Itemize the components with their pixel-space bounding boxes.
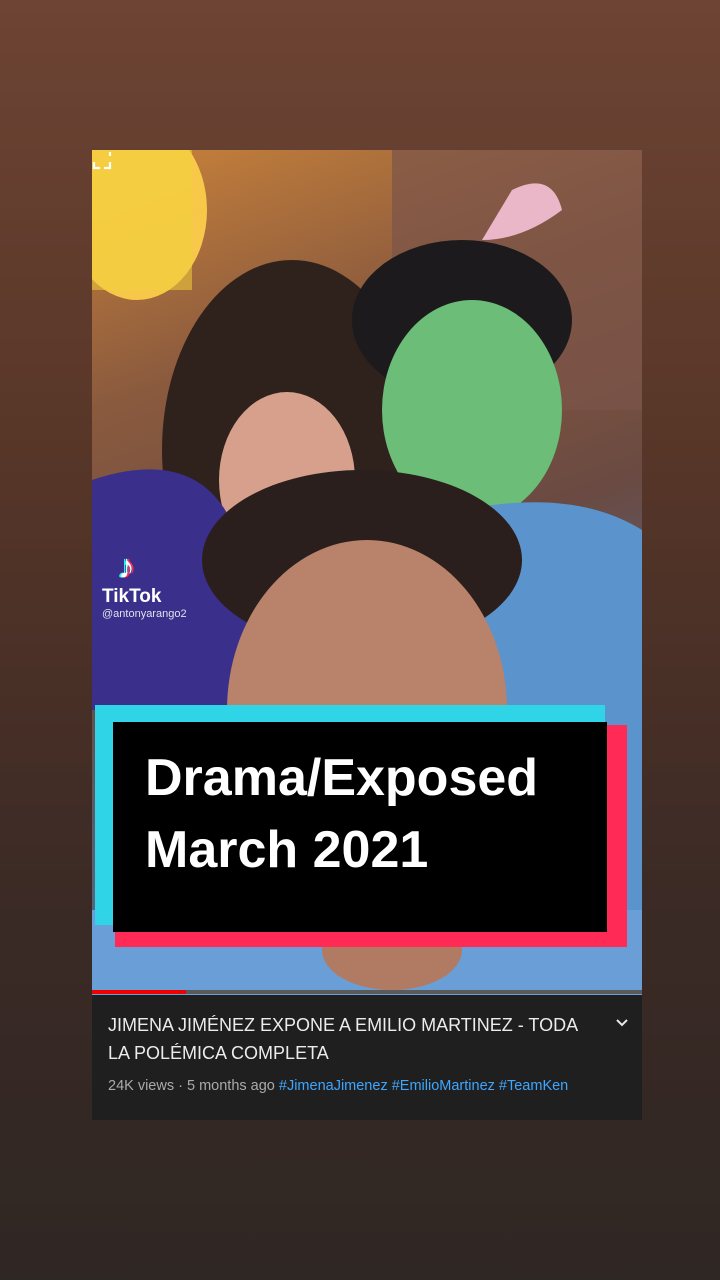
- tiktok-watermark: ♪ TikTok @antonyarango2: [102, 550, 222, 620]
- drama-banner: Drama/Exposed March 2021: [95, 705, 627, 947]
- hashtag-link[interactable]: #JimenaJimenez: [279, 1078, 388, 1094]
- meta-separator: ·: [174, 1078, 187, 1094]
- video-info: JIMENA JIMÉNEZ EXPONE A EMILIO MARTINEZ …: [92, 995, 642, 1120]
- chevron-down-icon[interactable]: [614, 1015, 630, 1031]
- video-meta: 24K views · 5 months ago #JimenaJimenez …: [108, 1075, 618, 1097]
- upload-age: 5 months ago: [186, 1078, 275, 1094]
- banner-text-box: Drama/Exposed March 2021: [113, 722, 607, 932]
- video-thumbnail[interactable]: ♪ TikTok @antonyarango2 Drama/Exposed Ma…: [92, 150, 642, 995]
- video-title[interactable]: JIMENA JIMÉNEZ EXPONE A EMILIO MARTINEZ …: [108, 1011, 588, 1067]
- banner-line-2: March 2021: [145, 821, 429, 879]
- progress-bar-fill: [92, 990, 186, 994]
- hashtag-link[interactable]: #EmilioMartinez: [392, 1078, 495, 1094]
- progress-bar[interactable]: [92, 990, 642, 994]
- tiktok-brand-text: TikTok: [102, 586, 162, 607]
- hashtag-link[interactable]: #TeamKen: [499, 1078, 568, 1094]
- tiktok-logo-icon: ♪: [118, 548, 135, 586]
- fullscreen-icon[interactable]: [92, 150, 112, 170]
- video-card[interactable]: ♪ TikTok @antonyarango2 Drama/Exposed Ma…: [92, 150, 642, 1120]
- view-count: 24K views: [108, 1078, 175, 1094]
- banner-line-1: Drama/Exposed: [145, 749, 539, 807]
- tiktok-handle: @antonyarango2: [102, 608, 187, 620]
